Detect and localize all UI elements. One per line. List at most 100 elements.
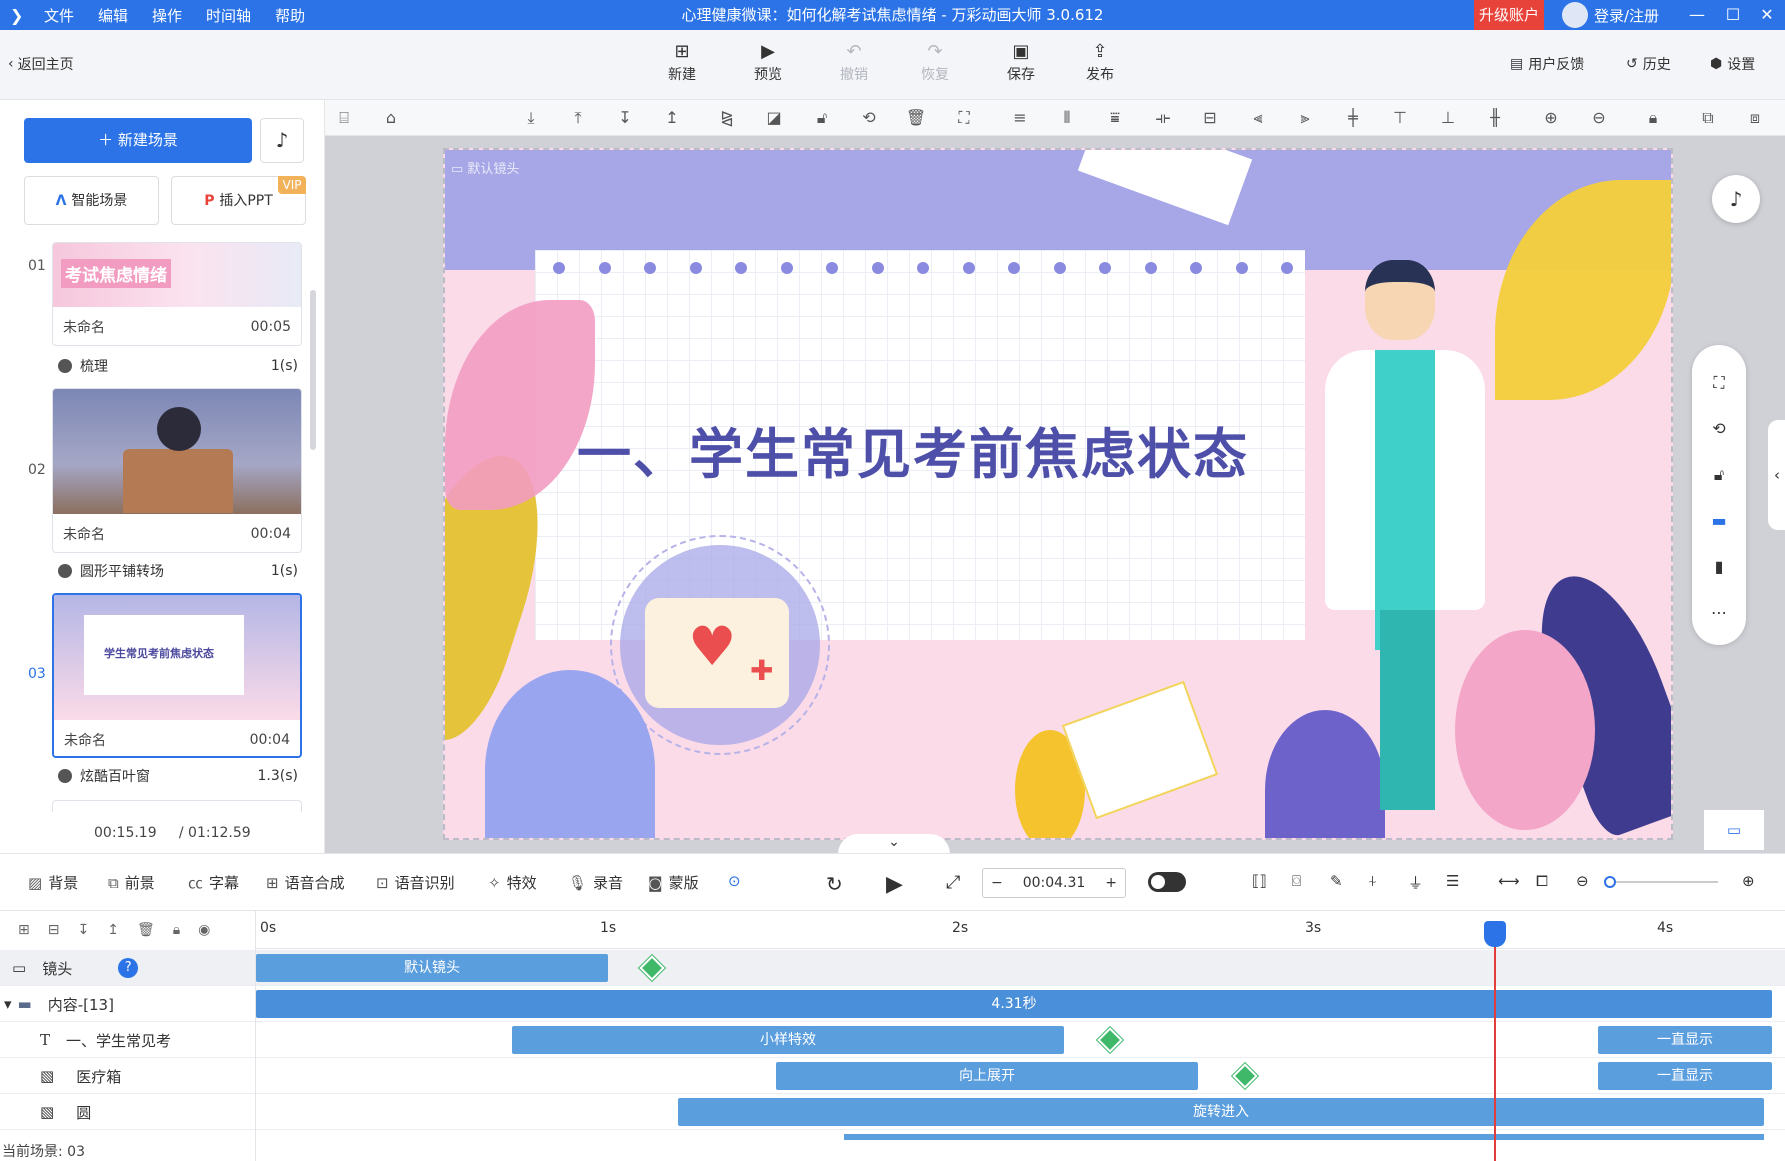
new-folder-icon[interactable]: ⊟ (48, 922, 60, 938)
redo-button[interactable]: ↷ 恢复 (905, 40, 965, 84)
scene-thumb-04-partial[interactable] (52, 800, 302, 812)
home-icon[interactable]: ⌂ (380, 107, 402, 129)
zoom-in-icon[interactable]: ⊕ (1742, 872, 1755, 890)
scene-scrollbar[interactable] (310, 290, 316, 450)
add-keyframe-icon[interactable] (1232, 1063, 1258, 1089)
fullscreen-icon[interactable]: ⤢ (946, 872, 960, 893)
replay-icon[interactable]: ↻ (826, 872, 843, 896)
tts-button[interactable]: ⊞ 语音合成 (266, 872, 345, 893)
play-icon[interactable]: ▶ (886, 872, 903, 897)
transition-item[interactable]: 梳理 1(s) (58, 353, 298, 379)
move-down-icon[interactable]: ↧ (77, 922, 89, 938)
track-tail[interactable]: 一直显示 (1598, 1026, 1772, 1054)
minus-icon[interactable]: − (991, 875, 1003, 891)
ratio-icon[interactable]: ⧠ (1536, 872, 1548, 890)
zoom-out-icon[interactable]: ⊖ (1576, 872, 1589, 890)
new-button[interactable]: ⊞ 新建 (652, 40, 712, 84)
effects-button[interactable]: ✧ 特效 (488, 872, 537, 893)
align-middle-icon[interactable]: ╪ (1342, 107, 1364, 129)
more-icon[interactable]: ⋯ (1706, 600, 1732, 626)
fit-width-icon[interactable]: ⟷ (1498, 872, 1520, 890)
collapse-icon[interactable]: ▾ (4, 995, 12, 1013)
move-down-icon[interactable]: ↧ (614, 107, 636, 129)
motion-icon[interactable]: ⟦⟧ (1252, 872, 1267, 890)
background-button[interactable]: ▨ 背景 (28, 872, 78, 893)
undo-button[interactable]: ↶ 撤销 (824, 40, 884, 84)
playhead-line[interactable] (1494, 927, 1496, 1161)
align-center-icon[interactable]: ≡ (1009, 107, 1031, 129)
collapse-panel-icon[interactable]: ‹ (1768, 420, 1785, 530)
track-text[interactable]: T 一、学生常见考 小样特效 一直显示 (0, 1022, 1785, 1058)
collapse-timeline-icon[interactable]: ⌄ (838, 834, 950, 854)
back-home-button[interactable]: ‹ 返回主页 (8, 54, 74, 74)
move-top-icon[interactable]: ⤒ (567, 107, 589, 129)
asr-button[interactable]: ⊡ 语音识别 (376, 872, 455, 893)
align-right-icon[interactable]: ⫸ (1294, 107, 1316, 129)
preview-button[interactable]: ▶ 预览 (738, 40, 798, 84)
foreground-button[interactable]: ⧉ 前景 (108, 872, 155, 893)
mask-button[interactable]: ◙ 蒙版 (648, 872, 699, 893)
scene-thumb-01[interactable]: 考试焦虑情绪 未命名 00:05 (52, 242, 302, 346)
maximize-icon[interactable]: ☐ (1716, 0, 1750, 30)
feedback-button[interactable]: ▤ 用户反馈 (1510, 52, 1584, 76)
move-up-icon[interactable]: ↥ (661, 107, 683, 129)
track-bar[interactable]: 小样特效 (512, 1026, 1064, 1054)
playhead-handle[interactable] (1484, 921, 1506, 947)
add-folder-icon[interactable]: ⊞ (18, 922, 30, 938)
split-icon[interactable]: ⍭ (1368, 872, 1377, 890)
transition-item[interactable]: 炫酷百叶窗 1.3(s) (58, 763, 298, 789)
help-icon[interactable]: ? (118, 958, 139, 978)
flip-horizontal-icon[interactable]: ⧎ (716, 107, 738, 129)
track-tail[interactable]: 一直显示 (1598, 1062, 1772, 1090)
align-bottom-icon[interactable]: ⊥ (1437, 107, 1459, 129)
transition-item[interactable]: 圆形平铺转场 1(s) (58, 558, 298, 584)
slide-headline[interactable]: 一、学生常见考前焦虑状态 (577, 410, 1249, 489)
scene-thumb-03[interactable]: 学生常见考前焦虑状态 未命名 00:04 (52, 593, 302, 758)
timeline-ruler[interactable] (256, 911, 1785, 949)
plus-icon[interactable]: + (1105, 875, 1117, 891)
publish-button[interactable]: ⇪ 发布 (1070, 40, 1130, 84)
move-up-icon[interactable]: ↥ (107, 922, 119, 938)
subtitle-button[interactable]: ㏄字幕 (188, 872, 239, 893)
distribute-v-icon[interactable]: ⩸ (1104, 107, 1126, 129)
lock-all-icon[interactable]: 🔒︎ (1642, 107, 1664, 129)
delete-icon[interactable]: 🗑︎ (137, 922, 155, 938)
add-keyframe-icon[interactable] (1097, 1027, 1123, 1053)
upgrade-button[interactable]: 升级账户 (1474, 0, 1544, 30)
align-vcenter-icon[interactable]: ╫ (1484, 107, 1506, 129)
toggle-switch[interactable] (1148, 872, 1186, 892)
track-bar[interactable]: 旋转进入 (678, 1098, 1764, 1126)
track-camera[interactable]: ▭ 镜头? 默认镜头 (0, 950, 1785, 986)
login-button[interactable]: 登录/注册 (1562, 0, 1659, 30)
lock-icon[interactable]: 🔒︎ (173, 922, 180, 938)
rotate-icon[interactable]: ⟲ (858, 107, 880, 129)
paste-icon[interactable]: ⧈ (1744, 107, 1766, 129)
move-bottom-icon[interactable]: ⤓ (520, 107, 542, 129)
align-left-icon[interactable]: ⫷ (1247, 107, 1269, 129)
fit-screen-icon[interactable]: ⛶ (1706, 370, 1732, 396)
portrait-icon[interactable]: ▮ (1706, 554, 1732, 580)
same-width-icon[interactable]: ⟛ (1152, 107, 1174, 129)
track-bar[interactable]: 4.31秒 (256, 990, 1772, 1018)
more-tools-icon[interactable]: ⊙ (728, 872, 741, 890)
time-value[interactable]: 00:04.31 (1023, 875, 1086, 891)
record-button[interactable]: 🎙︎ 录音 (568, 872, 623, 893)
crop-icon[interactable]: ⛶ (953, 107, 975, 129)
copy-icon[interactable]: ⧉ (1697, 107, 1719, 129)
settings-button[interactable]: ⬢ 设置 (1710, 52, 1755, 76)
landscape-icon[interactable]: ▬ (1706, 508, 1732, 534)
scene-thumb-02[interactable]: 未命名 00:04 (52, 388, 302, 553)
filter-icon[interactable]: ⏚ (1408, 872, 1423, 893)
camera-shot-icon[interactable]: ⌼ (1292, 872, 1301, 890)
history-button[interactable]: ↺ 历史 (1626, 52, 1671, 76)
music-button[interactable]: ♪ (260, 118, 304, 163)
track-bar[interactable]: 默认镜头 (256, 954, 608, 982)
track-bar[interactable]: 向上展开 (776, 1062, 1198, 1090)
same-height-icon[interactable]: ⊟ (1199, 107, 1221, 129)
zoom-in-icon[interactable]: ⊕ (1540, 107, 1562, 129)
flip-vertical-icon[interactable]: ◪ (763, 107, 785, 129)
format-painter-icon[interactable]: ⌸ (333, 107, 355, 129)
minimize-icon[interactable]: — (1680, 0, 1714, 30)
unlock-icon[interactable]: 🔓︎ (1706, 462, 1732, 488)
zoom-slider[interactable] (1604, 876, 1718, 888)
